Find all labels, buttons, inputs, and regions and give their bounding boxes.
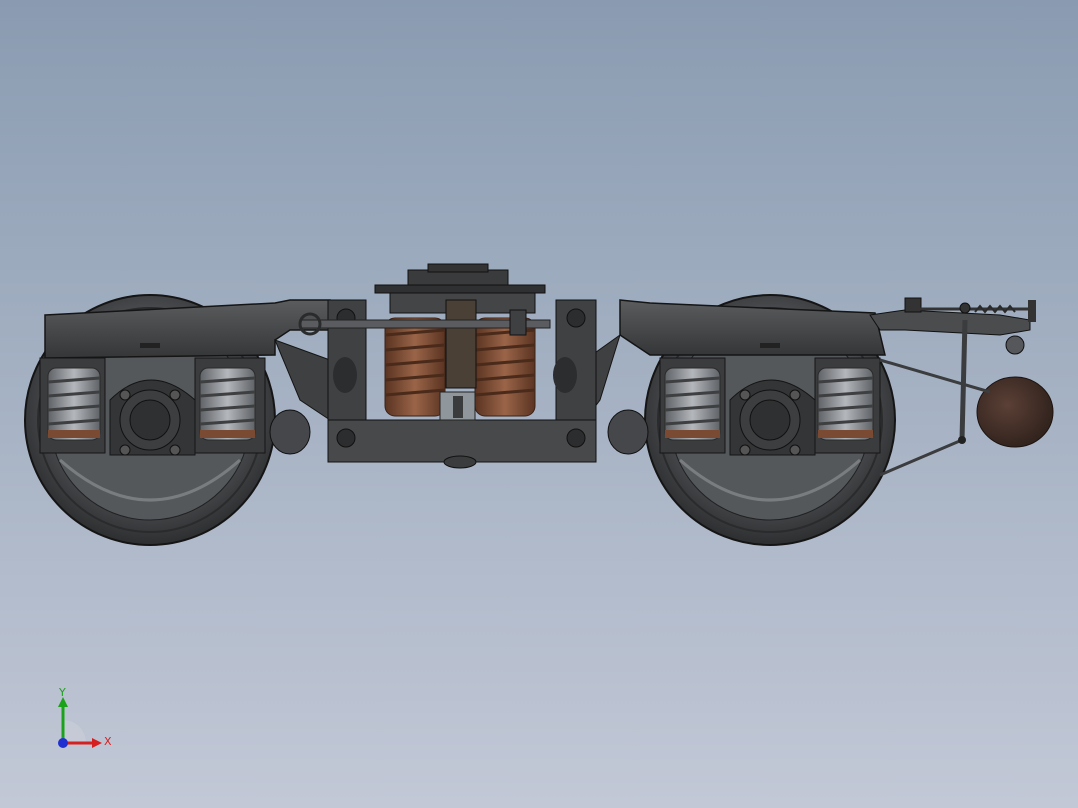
graphics-viewport[interactable]: Y X (0, 0, 1078, 808)
brake-shoe (976, 376, 1054, 448)
bogie-model[interactable] (0, 0, 1078, 808)
coordinate-triad: Y X (50, 685, 120, 755)
right-side-bearing (607, 409, 649, 455)
left-side-bearing (269, 409, 311, 455)
x-axis-label: X (104, 735, 112, 748)
brake-rigging (869, 297, 1054, 477)
axis-triad-icon: Y X (58, 686, 112, 748)
y-axis-label: Y (58, 686, 66, 699)
